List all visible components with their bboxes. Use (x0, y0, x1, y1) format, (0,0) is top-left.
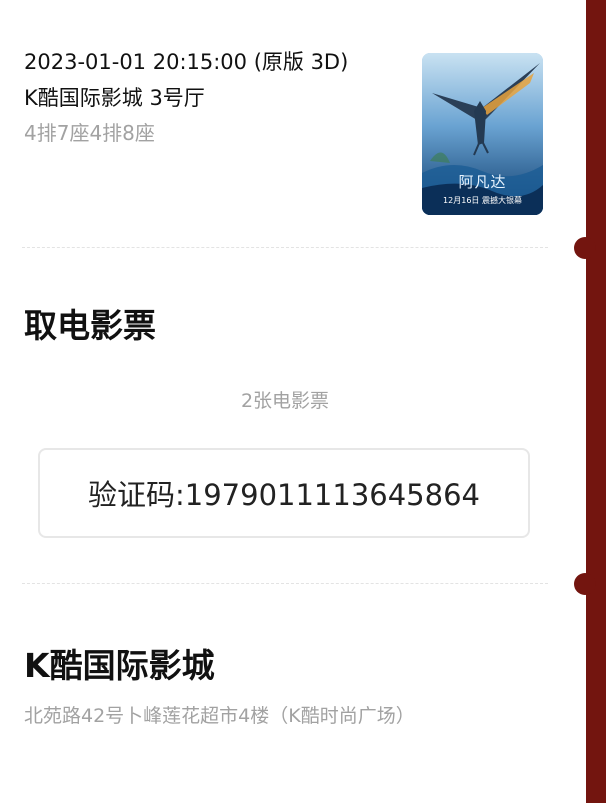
ticket-notch (574, 237, 596, 259)
venue-address[interactable]: 北苑路42号卜峰莲花超市4楼（K酷时尚广场） (24, 700, 464, 732)
ticket-count: 2张电影票 (240, 390, 330, 412)
ticket-edge-strip (586, 0, 606, 803)
movie-poster[interactable]: 阿凡达 12月16日 震撼大银幕 (422, 53, 543, 215)
ticket-card: 2023-01-01 20:15:00 (原版 3D) K酷国际影城 3号厅 4… (0, 0, 586, 803)
pickup-section-title: 取电影票 (24, 306, 156, 345)
verification-code-box[interactable]: 验证码:1979011113645864 (38, 448, 530, 538)
ticket-notch (574, 573, 596, 595)
venue-name: K酷国际影城 (24, 646, 215, 685)
verification-code: 验证码:1979011113645864 (88, 478, 480, 512)
dashed-divider (22, 247, 548, 248)
showtime-datetime: 2023-01-01 20:15:00 (原版 3D) (24, 50, 349, 74)
seat-info: 4排7座4排8座 (24, 121, 155, 145)
poster-title: 阿凡达 (458, 173, 507, 191)
cinema-hall: K酷国际影城 3号厅 (24, 86, 205, 110)
dashed-divider (22, 583, 548, 584)
poster-release-date: 12月16日 震撼大银幕 (443, 196, 522, 205)
